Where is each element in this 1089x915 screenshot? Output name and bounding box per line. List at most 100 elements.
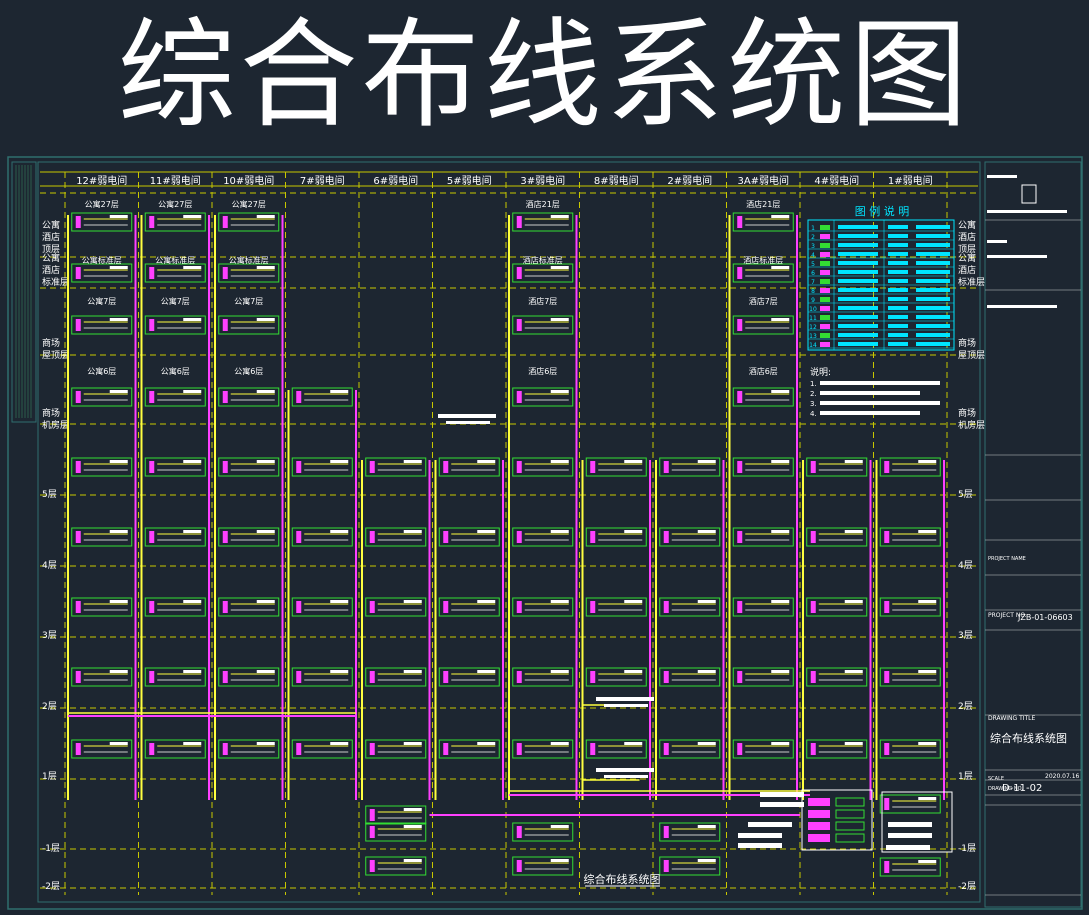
patch-panel-label — [403, 460, 422, 463]
patch-panel — [879, 667, 941, 687]
patch-panel-label — [697, 859, 716, 862]
patch-panel-port — [590, 601, 596, 613]
drawing-date: 2020.07.16 — [1045, 773, 1080, 780]
patch-panel-port — [737, 531, 743, 543]
patch-panel — [879, 857, 941, 877]
zone-label: 酒店6层 — [528, 366, 557, 376]
patch-panel-port — [222, 743, 228, 755]
patch-panel-port — [75, 531, 81, 543]
callout-bar — [438, 414, 496, 418]
column-header-4: 7#弱电间 — [300, 174, 345, 187]
core-switch — [835, 821, 865, 831]
legend-text — [916, 315, 950, 319]
patch-panel — [218, 739, 280, 759]
patch-panel — [71, 527, 133, 547]
patch-panel — [732, 387, 794, 407]
patch-panel — [732, 315, 794, 335]
legend-text — [916, 297, 950, 301]
patch-panel-port — [516, 267, 522, 279]
patch-panel-port — [516, 461, 522, 473]
patch-panel-label — [550, 742, 569, 745]
patch-panel-port — [663, 531, 669, 543]
patch-panel-port — [663, 461, 669, 473]
patch-panel-port — [516, 826, 522, 838]
floor-label-right: 机房层 — [958, 419, 985, 431]
patch-panel — [438, 667, 500, 687]
legend-row-number: 6 — [811, 270, 815, 277]
patch-panel — [144, 597, 206, 617]
legend-text — [838, 315, 878, 319]
patch-panel — [585, 667, 647, 687]
column-header-5: 6#弱电间 — [373, 174, 418, 187]
patch-panel — [71, 457, 133, 477]
equipment-label — [738, 833, 782, 838]
patch-panel-label — [183, 600, 202, 603]
legend-symbol — [820, 297, 830, 302]
patch-panel-label — [109, 460, 128, 463]
legend-text — [916, 288, 950, 292]
equipment-label — [748, 822, 792, 827]
legend-text — [916, 270, 950, 274]
patch-panel — [144, 667, 206, 687]
patch-panel-port — [810, 531, 816, 543]
patch-panel — [806, 597, 868, 617]
patch-panel-label — [697, 460, 716, 463]
patch-panel — [585, 739, 647, 759]
patch-panel-label — [330, 742, 349, 745]
legend-text — [916, 234, 950, 238]
column-header-9: 2#弱电间 — [667, 174, 712, 187]
patch-panel-port — [296, 671, 302, 683]
patch-panel-label — [183, 670, 202, 673]
legend-text — [916, 252, 950, 256]
patch-panel-port — [149, 671, 155, 683]
patch-panel — [144, 212, 206, 232]
legend-text — [888, 297, 908, 301]
patch-panel — [144, 527, 206, 547]
legend-text — [838, 225, 878, 229]
zone-label: 公寓27层 — [85, 199, 119, 209]
floor-label-left: -2层 — [42, 881, 60, 892]
patch-panel-port — [516, 743, 522, 755]
core-switch — [835, 797, 865, 807]
legend-row-number: 1 — [811, 225, 815, 232]
patch-panel-port — [222, 601, 228, 613]
patch-panel-label — [550, 390, 569, 393]
equipment-label — [888, 833, 932, 838]
patch-panel — [218, 315, 280, 335]
patch-panel-label — [844, 670, 863, 673]
patch-panel-label — [256, 530, 275, 533]
legend-symbol — [820, 225, 830, 230]
zone-label: 公寓7层 — [161, 296, 190, 306]
legend-text — [838, 288, 878, 292]
patch-panel-label — [256, 600, 275, 603]
patch-panel-port — [737, 391, 743, 403]
patch-panel — [71, 212, 133, 232]
patch-panel-port — [516, 671, 522, 683]
patch-panel — [585, 597, 647, 617]
patch-panel-label — [624, 460, 643, 463]
floor-label-left: -1层 — [42, 843, 60, 854]
patch-panel-port — [75, 601, 81, 613]
patch-panel — [291, 739, 353, 759]
patch-panel — [365, 667, 427, 687]
legend-text — [916, 324, 950, 328]
patch-panel — [512, 315, 574, 335]
drawing-title: 综合布线系统图 — [990, 731, 1067, 745]
patch-panel-label — [183, 266, 202, 269]
floor-label-left: 公寓 — [42, 252, 60, 264]
legend-symbol — [820, 324, 830, 329]
patch-panel-label — [918, 530, 937, 533]
patch-panel-port — [75, 216, 81, 228]
patch-panel — [732, 527, 794, 547]
patch-panel-label — [844, 460, 863, 463]
legend-text — [838, 234, 878, 238]
patch-panel-label — [550, 460, 569, 463]
patch-panel-label — [844, 742, 863, 745]
patch-panel-port — [296, 391, 302, 403]
legend-text — [838, 270, 878, 274]
floor-label-left: 屋顶层 — [42, 350, 69, 361]
project-name-label: PROJECT NAME — [988, 556, 1026, 562]
patch-panel — [732, 212, 794, 232]
floor-label-left: 酒店 — [42, 231, 60, 243]
legend-row-number: 10 — [809, 306, 817, 313]
